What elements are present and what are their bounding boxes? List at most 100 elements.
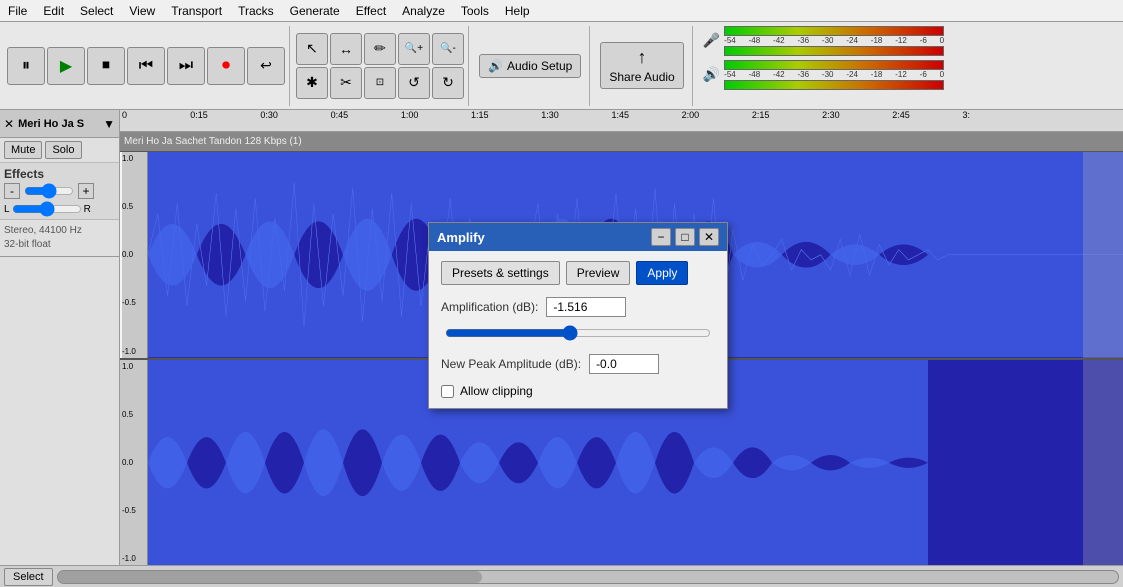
- vu-input-section: 🎤 -54-48-42-36-30-24-18-12-60: [703, 26, 944, 56]
- dialog-body: Presets & settings Preview Apply Amplifi…: [429, 251, 727, 408]
- menu-view[interactable]: View: [121, 2, 163, 20]
- horizontal-scrollbar[interactable]: [57, 570, 1119, 584]
- amplification-input[interactable]: [546, 297, 626, 317]
- preview-button[interactable]: Preview: [566, 261, 631, 285]
- db-scale-left2: 1.0 0.5 0.0 -0.5 -1.0: [120, 360, 148, 566]
- stop-button[interactable]: ⏹: [87, 47, 125, 85]
- track1-label-bar: Meri Ho Ja Sachet Tandon 128 Kbps (1): [120, 132, 1123, 152]
- allow-clipping-checkbox[interactable]: [441, 385, 454, 398]
- toolbar: ⏸ ▶ ⏹ ⏮ ⏭ ⏺ ↩ ↖ ↔ ✏ 🔍+ 🔍- ✱ ✂ ⊡: [0, 22, 1123, 110]
- record-button[interactable]: ⏺: [207, 47, 245, 85]
- menu-tools[interactable]: Tools: [453, 2, 497, 20]
- menu-edit[interactable]: Edit: [35, 2, 72, 20]
- share-audio-button[interactable]: ↑ Share Audio: [600, 42, 683, 89]
- amplification-slider[interactable]: [445, 325, 711, 341]
- effects-plus-button[interactable]: +: [78, 183, 94, 199]
- amplification-label: Amplification (dB):: [441, 300, 538, 314]
- tools-section: ↖ ↔ ✏ 🔍+ 🔍- ✱ ✂ ⊡ ↺ ↻: [292, 26, 469, 106]
- menu-generate[interactable]: Generate: [282, 2, 348, 20]
- menu-transport[interactable]: Transport: [163, 2, 230, 20]
- presets-button[interactable]: Presets & settings: [441, 261, 560, 285]
- play-button[interactable]: ▶: [47, 47, 85, 85]
- pan-left-label: L: [4, 204, 10, 215]
- track-controls-panel: ✕ Meri Ho Ja S ▼ Mute Solo Effects - + L…: [0, 110, 120, 565]
- track2-controls: [0, 257, 119, 565]
- vu-output-meter: -54-48-42-36-30-24-18-12-60: [724, 60, 944, 90]
- track1-header: ✕ Meri Ho Ja S ▼: [0, 110, 119, 138]
- dialog-close-button[interactable]: ✕: [699, 228, 719, 246]
- db-scale-left: 1.0 0.5 0.0 -0.5 -1.0: [120, 152, 148, 358]
- menu-analyze[interactable]: Analyze: [394, 2, 453, 20]
- dialog-maximize-button[interactable]: □: [675, 228, 695, 246]
- redo-button[interactable]: ↻: [432, 67, 464, 99]
- audio-setup-label: Audio Setup: [507, 59, 572, 73]
- menu-effect[interactable]: Effect: [348, 2, 394, 20]
- trim-tool-button[interactable]: ✂: [330, 67, 362, 99]
- loop-button[interactable]: ↩: [247, 47, 285, 85]
- vu-input-meter: -54-48-42-36-30-24-18-12-60: [724, 26, 944, 56]
- menu-select[interactable]: Select: [72, 2, 121, 20]
- silence-button[interactable]: ⊡: [364, 67, 396, 99]
- solo-button[interactable]: Solo: [45, 141, 81, 159]
- gain-slider[interactable]: [24, 184, 74, 198]
- transport-section: ⏸ ▶ ⏹ ⏮ ⏭ ⏺ ↩: [3, 26, 290, 106]
- dialog-action-row: Presets & settings Preview Apply: [441, 261, 715, 285]
- effects-label: Effects: [4, 167, 115, 181]
- track-menu-icon[interactable]: ▼: [103, 117, 115, 131]
- pan-right-label: R: [84, 204, 91, 215]
- upload-icon: ↑: [638, 47, 647, 68]
- effects-section: Effects - + L R: [0, 162, 119, 220]
- pan-controls: L R: [4, 203, 115, 215]
- zoom-out-button[interactable]: 🔍-: [432, 33, 464, 65]
- menu-tracks[interactable]: Tracks: [230, 2, 282, 20]
- vu-output-section: 🔊 -54-48-42-36-30-24-18-12-60: [703, 60, 944, 90]
- dialog-minimize-button[interactable]: −: [651, 228, 671, 246]
- track1-greyed: [1083, 152, 1123, 358]
- track1-name: Meri Ho Ja S: [14, 118, 103, 130]
- amplification-slider-row: [441, 325, 715, 344]
- peak-input[interactable]: [589, 354, 659, 374]
- dialog-title: Amplify: [437, 230, 485, 245]
- share-audio-label: Share Audio: [609, 70, 674, 84]
- bottom-bar: Select: [0, 565, 1123, 587]
- peak-label: New Peak Amplitude (dB):: [441, 357, 581, 371]
- audio-setup-section: 🔊 Audio Setup: [471, 26, 590, 106]
- track1-info: Stereo, 44100 Hz 32-bit float: [0, 220, 119, 256]
- effects-minus-button[interactable]: -: [4, 183, 20, 199]
- speaker-icon: 🔊: [488, 59, 503, 73]
- audio-setup-button[interactable]: 🔊 Audio Setup: [479, 54, 581, 78]
- track1-title: Meri Ho Ja Sachet Tandon 128 Kbps (1): [124, 136, 302, 147]
- draw-tool-button[interactable]: ✏: [364, 33, 396, 65]
- microphone-icon: 🎤: [703, 32, 720, 49]
- dialog-title-bar: Amplify − □ ✕: [429, 223, 727, 251]
- allow-clipping-label[interactable]: Allow clipping: [460, 384, 533, 398]
- dialog-window-controls: − □ ✕: [651, 228, 719, 246]
- zoom-in-button[interactable]: 🔍+: [398, 33, 430, 65]
- skip-start-button[interactable]: ⏮: [127, 47, 165, 85]
- share-audio-section: ↑ Share Audio: [592, 26, 692, 106]
- speaker-out-icon: 🔊: [703, 66, 720, 83]
- menu-bar: File Edit Select View Transport Tracks G…: [0, 0, 1123, 22]
- pause-button[interactable]: ⏸: [7, 47, 45, 85]
- playhead[interactable]: [120, 152, 122, 358]
- amplification-field: Amplification (dB):: [441, 297, 715, 317]
- select-bottom-button[interactable]: Select: [4, 568, 53, 586]
- close-track-icon[interactable]: ✕: [4, 117, 14, 131]
- select-tool-button[interactable]: ↖: [296, 33, 328, 65]
- track2-greyed: [1083, 360, 1123, 566]
- menu-help[interactable]: Help: [497, 2, 538, 20]
- undo-button[interactable]: ↺: [398, 67, 430, 99]
- apply-button[interactable]: Apply: [636, 261, 688, 285]
- mute-button[interactable]: Mute: [4, 141, 42, 159]
- vu-meters-section: 🎤 -54-48-42-36-30-24-18-12-60 🔊: [695, 26, 948, 106]
- multi-tool-button[interactable]: ✱: [296, 67, 328, 99]
- menu-file[interactable]: File: [0, 2, 35, 20]
- envelope-tool-button[interactable]: ↔: [330, 33, 362, 65]
- peak-amplitude-field: New Peak Amplitude (dB):: [441, 354, 715, 374]
- allow-clipping-row: Allow clipping: [441, 384, 715, 398]
- pan-slider[interactable]: [12, 203, 82, 215]
- skip-end-button[interactable]: ⏭: [167, 47, 205, 85]
- ruler: 0 0:15 0:30 0:45 1:00 1:15 1:30 1:45 2:0…: [120, 110, 1123, 132]
- track1-buttons: Mute Solo: [0, 138, 119, 162]
- effects-controls: - +: [4, 183, 115, 199]
